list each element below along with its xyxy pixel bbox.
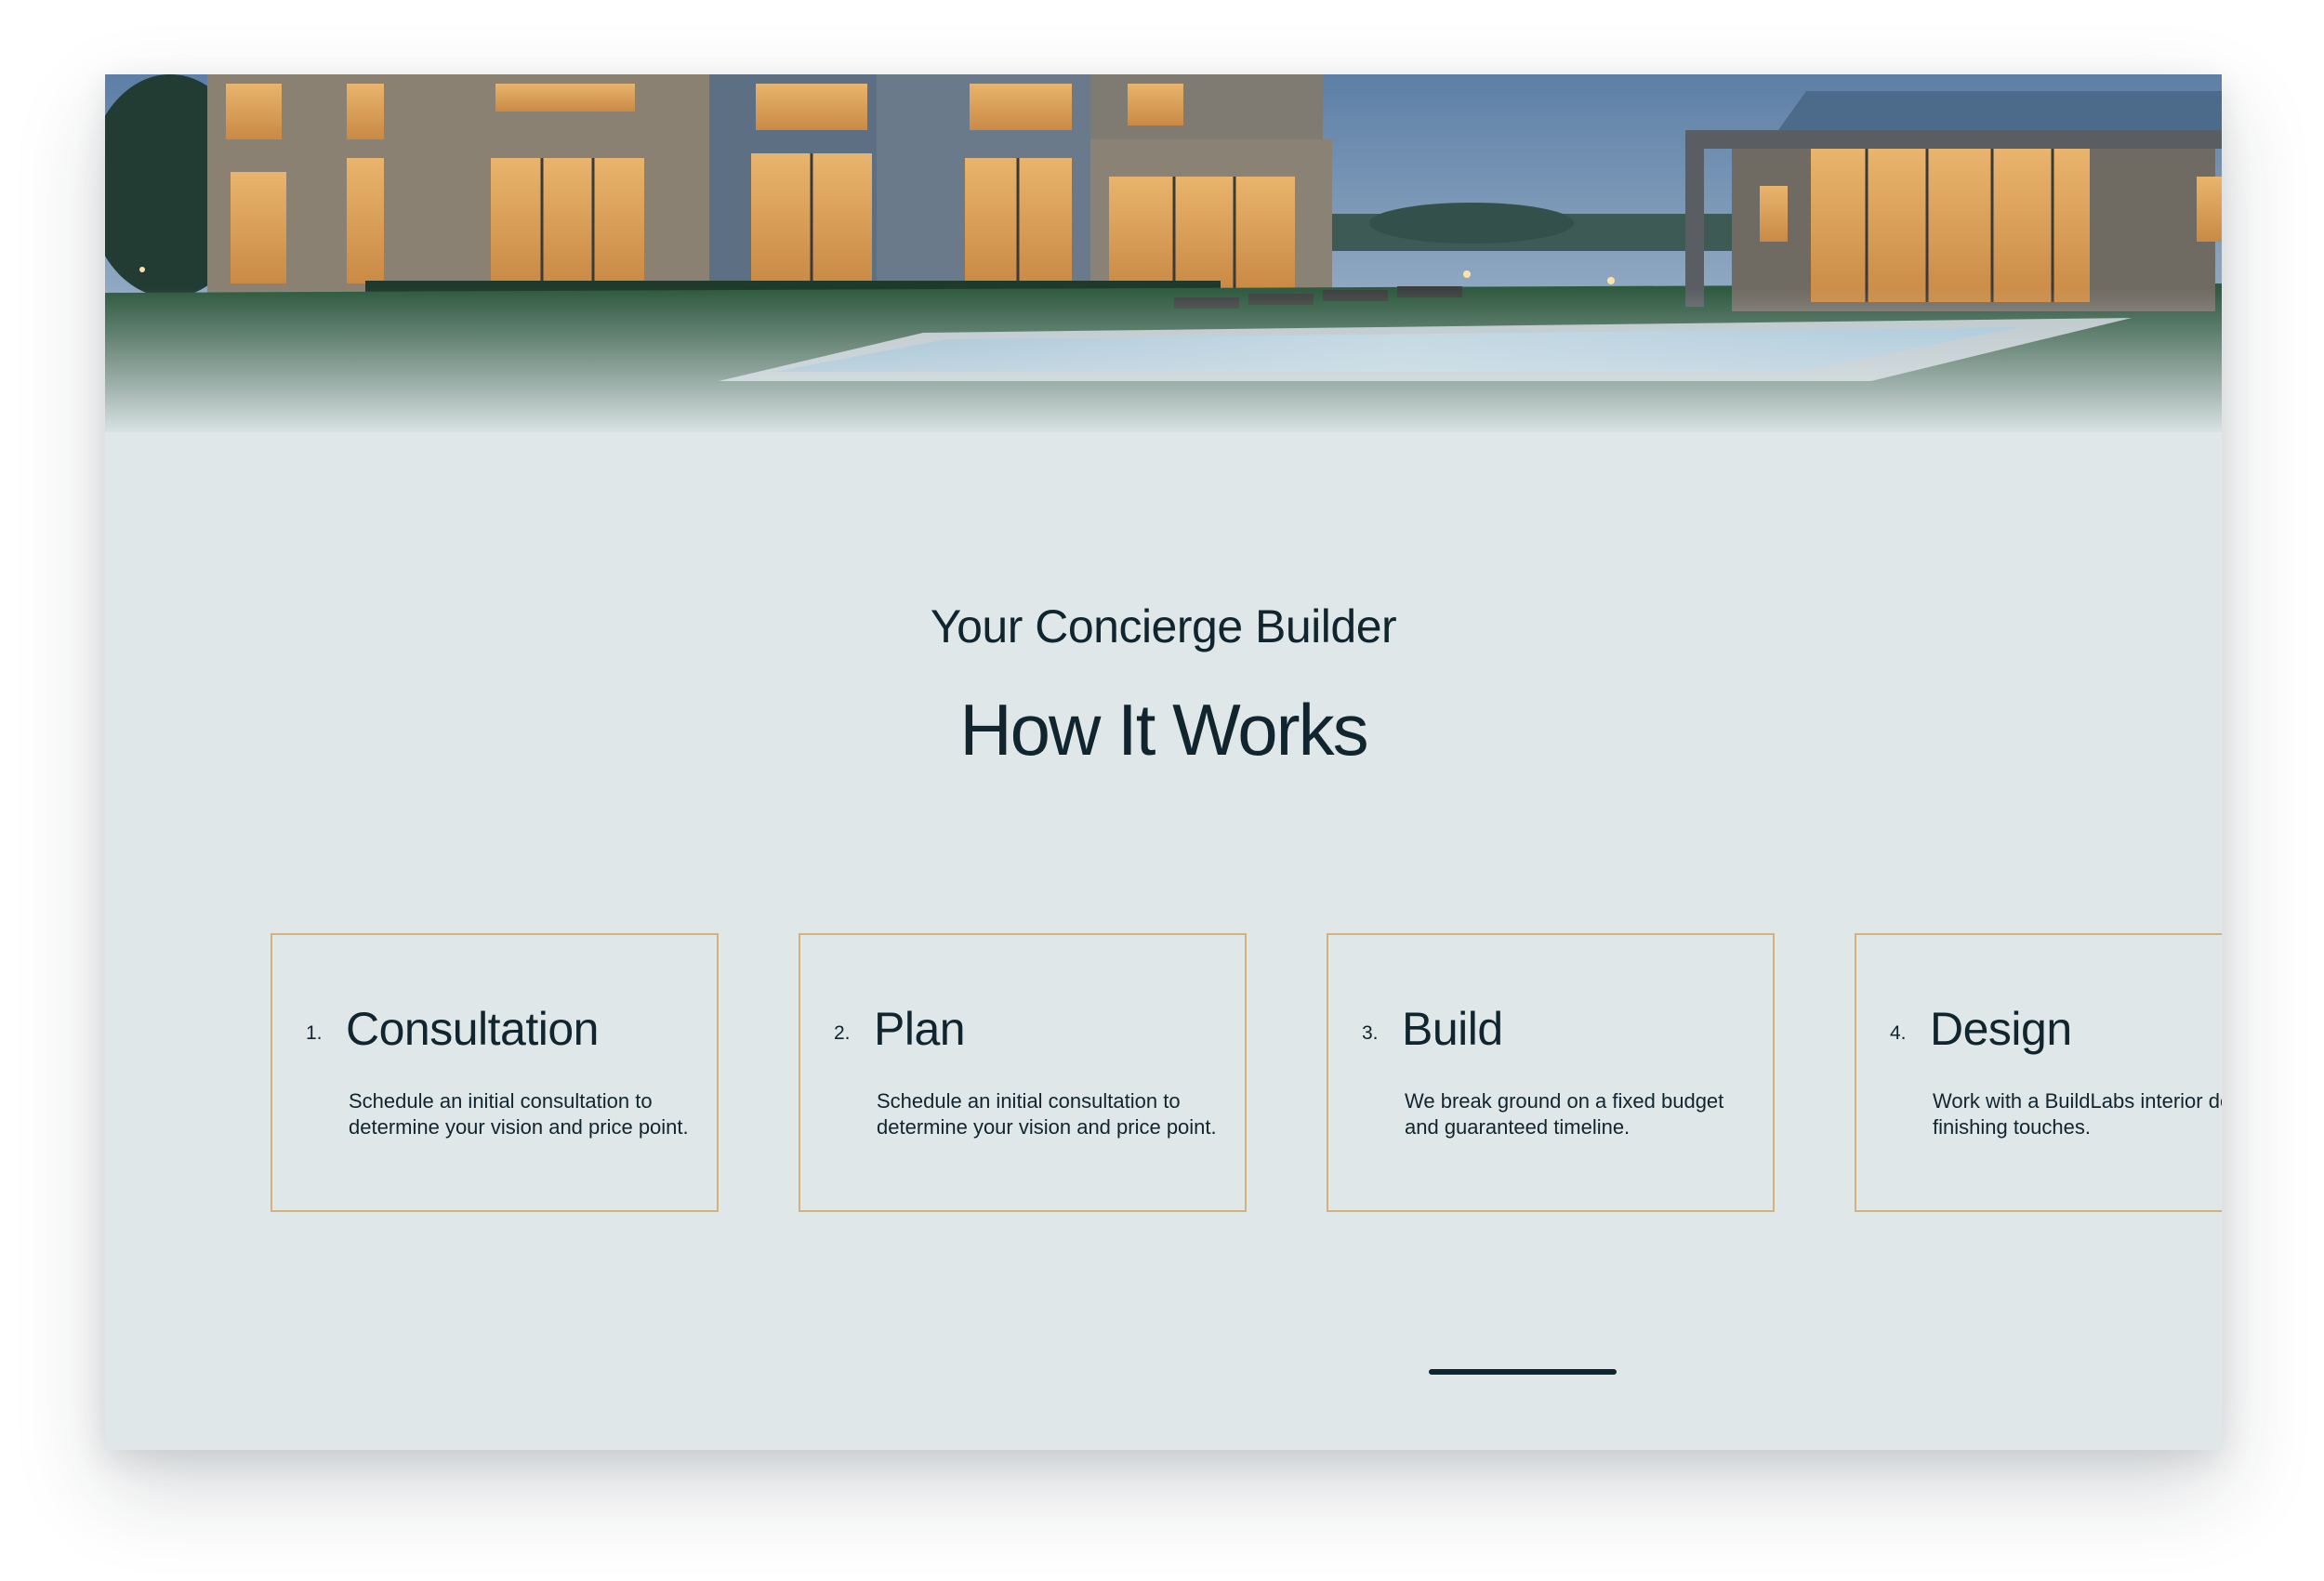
step-card-build[interactable]: 3. Build We break ground on a fixed budg…: [1327, 933, 1775, 1212]
section-title: How It Works: [959, 689, 1368, 771]
step-description: Schedule an initial consultation to dete…: [349, 1089, 689, 1139]
hero-image: [105, 74, 2222, 432]
step-number: 3.: [1362, 1022, 1379, 1044]
carousel-scroll-indicator[interactable]: [1429, 1369, 1617, 1375]
step-title: Build: [1402, 1003, 1503, 1055]
step-title: Consultation: [346, 1003, 599, 1055]
step-title: Plan: [874, 1003, 966, 1055]
step-number: 1.: [306, 1022, 323, 1044]
section-subtitle: Your Concierge Builder: [930, 600, 1397, 652]
step-number: 2.: [834, 1022, 851, 1044]
step-description: Work with a BuildLabs interior designer …: [1933, 1089, 2222, 1139]
step-card-design[interactable]: 4. Design Work with a BuildLabs interior…: [1855, 933, 2222, 1212]
step-card-consultation[interactable]: 1. Consultation Schedule an initial cons…: [271, 933, 719, 1212]
step-number: 4.: [1890, 1022, 1907, 1044]
step-title: Design: [1930, 1003, 2072, 1055]
step-description: We break ground on a fixed budget and gu…: [1405, 1089, 1724, 1139]
hero-fade: [105, 288, 2222, 432]
page-frame: Your Concierge Builder How It Works 1. C…: [105, 74, 2222, 1450]
step-card-plan[interactable]: 2. Plan Schedule an initial consultation…: [799, 933, 1247, 1212]
step-description: Schedule an initial consultation to dete…: [877, 1089, 1217, 1139]
